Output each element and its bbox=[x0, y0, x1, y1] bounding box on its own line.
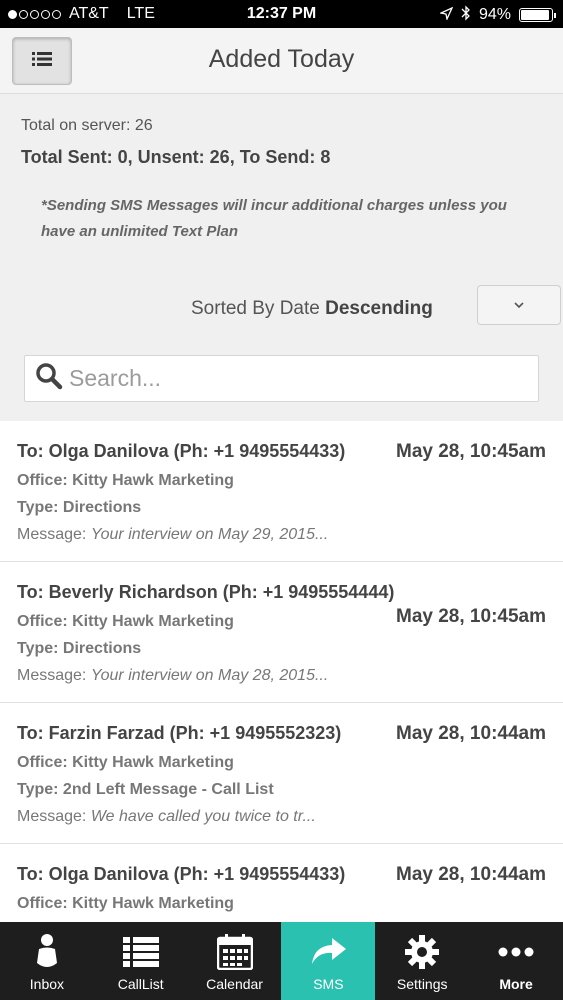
tab-label: More bbox=[499, 976, 533, 992]
battery-percent: 94% bbox=[478, 5, 511, 23]
office-name: Office: Kitty Hawk Marketing bbox=[17, 895, 234, 912]
gear-icon bbox=[404, 932, 440, 972]
more-dots-icon bbox=[498, 932, 534, 972]
tab-settings[interactable]: Settings bbox=[375, 922, 469, 1000]
tab-calllist[interactable]: CallList bbox=[94, 922, 188, 1000]
tab-bar: Inbox CallList Calendar SMS Settings Mor… bbox=[0, 922, 563, 1000]
recipient: To: Farzin Farzad (Ph: +1 9495552323) bbox=[17, 723, 342, 743]
page-title: Added Today bbox=[208, 45, 355, 73]
sms-charges-notice: *Sending SMS Messages will incur additio… bbox=[41, 197, 507, 240]
search-icon bbox=[35, 362, 63, 395]
summary-section: Total on server: 26 Total Sent: 0, Unsen… bbox=[0, 95, 563, 420]
status-bar: AT&T LTE 12:37 PM 94% bbox=[0, 0, 563, 28]
message-type: Type: Directions bbox=[17, 640, 142, 657]
message-date: May 28, 10:44am bbox=[396, 723, 546, 744]
recipient: To: Beverly Richardson (Ph: +1 949555444… bbox=[17, 582, 395, 602]
tab-calendar[interactable]: Calendar bbox=[188, 922, 282, 1000]
message-text: Your interview on May 28, 2015... bbox=[90, 667, 329, 684]
office-name: Office: Kitty Hawk Marketing bbox=[17, 472, 234, 489]
message-date: May 28, 10:45am bbox=[396, 441, 546, 462]
bluetooth-icon bbox=[461, 5, 471, 24]
calendar-icon bbox=[216, 932, 253, 972]
tab-label: Calendar bbox=[206, 976, 263, 992]
sort-prefix: Sorted By Date bbox=[191, 298, 320, 319]
message-type: Type: 2nd Left Message - Call List bbox=[17, 781, 274, 798]
message-preview: Message: Your interview on May 29, 2015.… bbox=[17, 526, 328, 544]
tab-sms[interactable]: SMS bbox=[281, 922, 376, 1000]
message-label: Message: bbox=[17, 526, 87, 543]
list-item[interactable]: To: Olga Danilova (Ph: +1 9495554433) Ma… bbox=[0, 421, 563, 562]
tab-label: SMS bbox=[313, 976, 344, 992]
battery-icon bbox=[519, 7, 556, 22]
message-date: May 28, 10:44am bbox=[396, 864, 546, 885]
message-label: Message: bbox=[17, 808, 87, 825]
recipient: To: Olga Danilova (Ph: +1 9495554433) bbox=[17, 864, 346, 884]
list-item[interactable]: To: Olga Danilova (Ph: +1 9495554433) Ma… bbox=[0, 844, 563, 922]
tab-label: Inbox bbox=[29, 976, 65, 992]
list-icon bbox=[122, 932, 159, 972]
message-preview: Message: Your interview on May 28, 2015.… bbox=[17, 667, 328, 685]
message-label: Message: bbox=[17, 667, 87, 684]
tab-label: CallList bbox=[117, 976, 164, 992]
total-on-server: Total on server: 26 bbox=[21, 117, 153, 134]
message-type: Type: Directions bbox=[17, 499, 142, 516]
search-box[interactable] bbox=[24, 355, 539, 402]
message-preview: Message: We have called you twice to tr.… bbox=[17, 808, 316, 826]
person-icon bbox=[34, 932, 60, 972]
location-icon bbox=[438, 6, 454, 23]
sort-label: Sorted By Date Descending bbox=[191, 298, 433, 320]
sort-order: Descending bbox=[325, 298, 433, 319]
tab-inbox[interactable]: Inbox bbox=[0, 922, 94, 1000]
office-name: Office: Kitty Hawk Marketing bbox=[17, 613, 234, 630]
message-text: Your interview on May 29, 2015... bbox=[90, 526, 329, 543]
message-date: May 28, 10:45am bbox=[396, 606, 546, 627]
sent-totals: Total Sent: 0, Unsent: 26, To Send: 8 bbox=[21, 147, 331, 167]
recipient: To: Olga Danilova (Ph: +1 9495554433) bbox=[17, 441, 346, 461]
chevron-down-icon bbox=[513, 296, 525, 314]
list-item[interactable]: To: Farzin Farzad (Ph: +1 9495552323) Ma… bbox=[0, 703, 563, 844]
list-item[interactable]: To: Beverly Richardson (Ph: +1 949555444… bbox=[0, 562, 563, 703]
office-name: Office: Kitty Hawk Marketing bbox=[17, 754, 234, 771]
share-arrow-icon bbox=[308, 932, 348, 972]
header-bar: Added Today bbox=[0, 28, 563, 94]
tab-more[interactable]: More bbox=[469, 922, 563, 1000]
search-input[interactable] bbox=[69, 365, 509, 392]
message-text: We have called you twice to tr... bbox=[90, 808, 316, 825]
sms-message-list[interactable]: To: Olga Danilova (Ph: +1 9495554433) Ma… bbox=[0, 421, 563, 922]
sort-dropdown-button[interactable] bbox=[477, 285, 561, 325]
tab-label: Settings bbox=[396, 976, 448, 992]
